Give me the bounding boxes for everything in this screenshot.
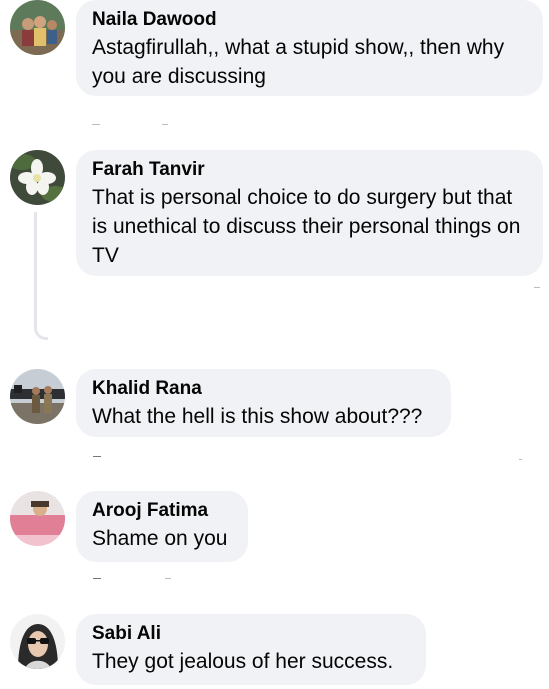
avatar[interactable] [10, 614, 65, 669]
separator-speck [519, 459, 522, 460]
comment-author[interactable]: Arooj Fatima [92, 498, 232, 524]
comment-text: They got jealous of her success. [92, 650, 394, 673]
comments-section: Naila Dawood Astagfirullah,, what a stup… [0, 0, 549, 689]
avatar[interactable] [10, 150, 65, 205]
comment-text: What the hell is this show about??? [92, 405, 423, 428]
separator-speck [162, 124, 168, 125]
avatar-flower-icon [10, 150, 65, 205]
comment-author[interactable]: Naila Dawood [92, 7, 527, 33]
comment-bubble: Arooj Fatima Shame on you [76, 491, 248, 562]
avatar[interactable] [10, 491, 65, 546]
comment-text: Shame on you [92, 527, 228, 550]
separator-speck [165, 578, 171, 579]
comment-author[interactable]: Farah Tanvir [92, 157, 527, 183]
avatar[interactable] [10, 0, 65, 55]
comment-author[interactable]: Khalid Rana [92, 376, 435, 402]
separator-speck [534, 287, 540, 288]
avatar-airplane-photo-icon [10, 369, 65, 424]
comment-bubble: Sabi Ali They got jealous of her success… [76, 614, 426, 685]
comment-bubble: Naila Dawood Astagfirullah,, what a stup… [76, 0, 543, 96]
separator-speck [93, 456, 101, 457]
comment-text: That is personal choice to do surgery bu… [92, 186, 521, 267]
comment-bubble: Khalid Rana What the hell is this show a… [76, 369, 451, 437]
avatar[interactable] [10, 369, 65, 424]
avatar-woman-sunglasses-icon [10, 614, 65, 669]
avatar-pink-photo-icon [10, 491, 65, 546]
avatar-photo-group-icon [10, 0, 65, 55]
comment-bubble: Farah Tanvir That is personal choice to … [76, 150, 543, 276]
comment-text: Astagfirullah,, what a stupid show,, the… [92, 36, 505, 88]
separator-speck [93, 578, 101, 579]
separator-speck [92, 124, 100, 125]
comment-author[interactable]: Sabi Ali [92, 621, 410, 647]
reply-thread-line [34, 212, 48, 340]
